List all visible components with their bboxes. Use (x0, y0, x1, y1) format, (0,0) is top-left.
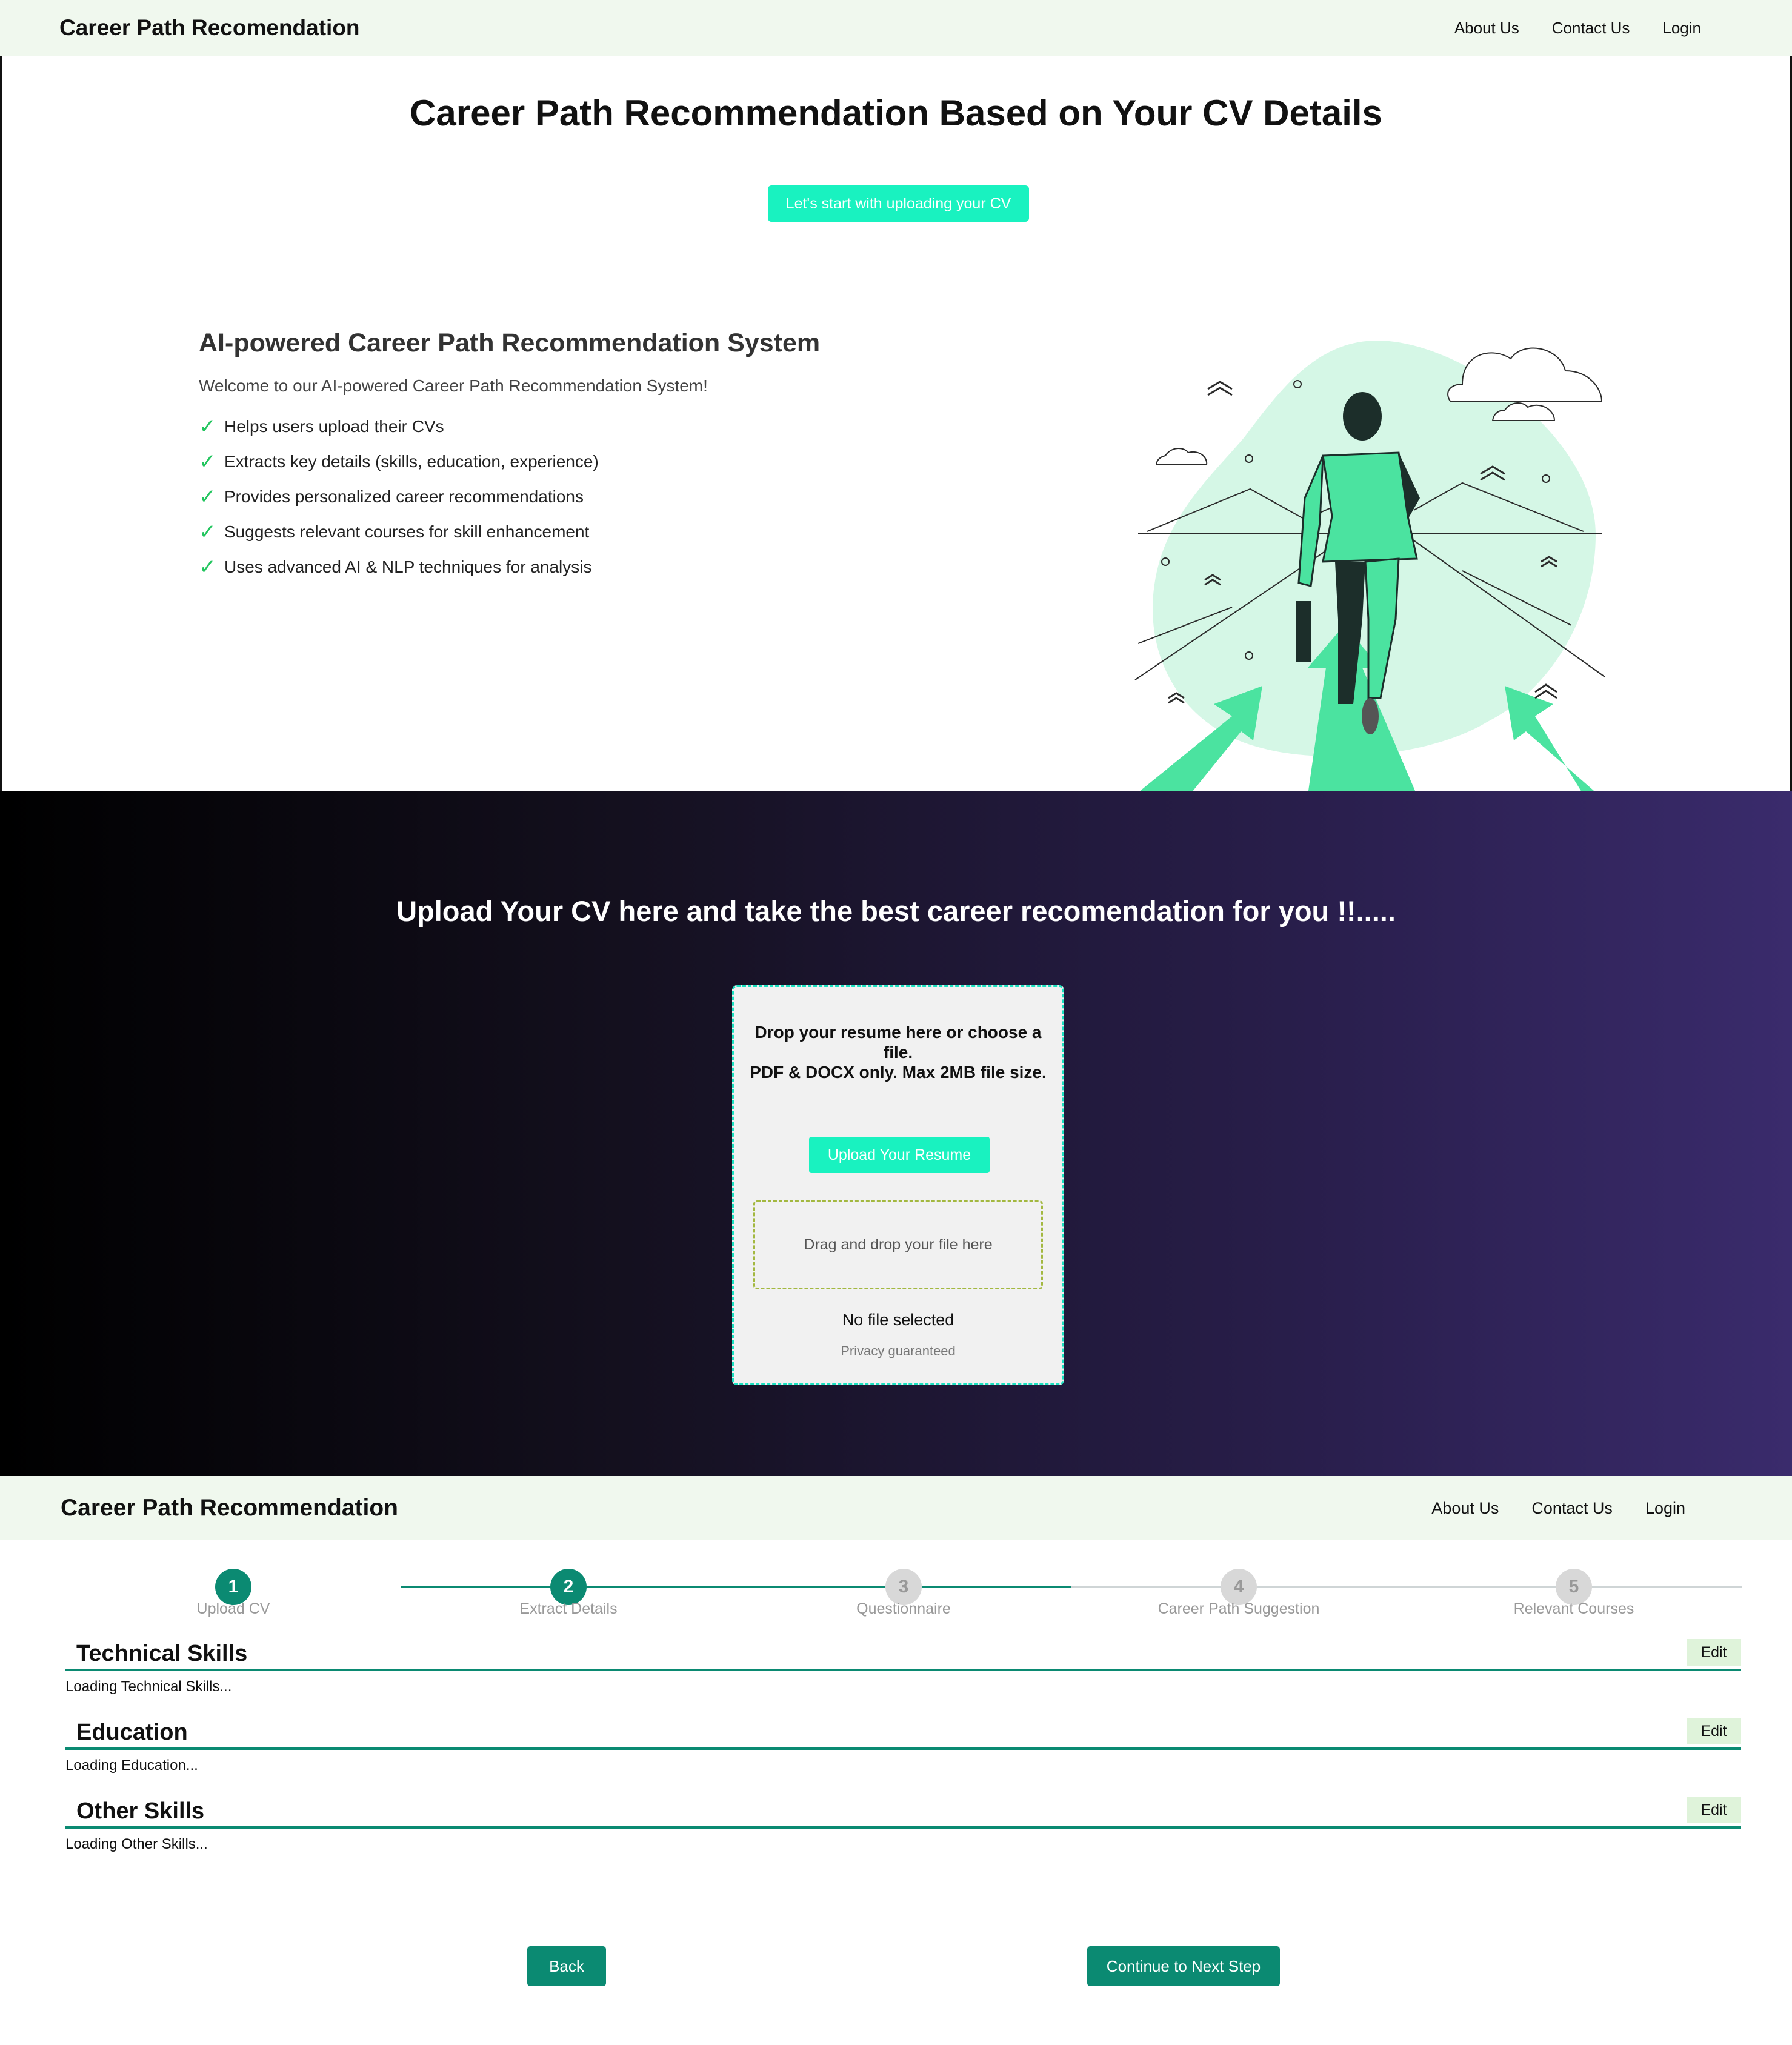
detail-header: Technical Skills Edit (65, 1638, 1741, 1671)
step-extract-details[interactable]: 2 Extract Details (478, 1569, 659, 1618)
privacy-note: Privacy guaranteed (841, 1343, 956, 1358)
upload-heading: Upload Your CV here and take the best ca… (396, 895, 1396, 927)
secondary-navbar: Career Path Recommendation About Us Cont… (0, 1476, 1792, 1540)
edit-education-button[interactable]: Edit (1687, 1718, 1741, 1744)
section-title: Technical Skills (76, 1640, 248, 1666)
continue-next-step-button[interactable]: Continue to Next Step (1087, 1946, 1280, 1986)
step-label: Relevant Courses (1513, 1600, 1634, 1617)
feature-text: Extracts key details (skills, education,… (224, 452, 599, 471)
check-icon: ✓ (199, 485, 216, 508)
detail-header: Education Edit (65, 1717, 1741, 1750)
nav-about-us[interactable]: About Us (1454, 19, 1519, 38)
section-content: Loading Other Skills... (65, 1836, 208, 1852)
upload-constraints-line: PDF & DOCX only. Max 2MB file size. (750, 1063, 1047, 1082)
feature-item: ✓ Provides personalized career recommenda… (199, 479, 926, 514)
person-shoe (1362, 698, 1379, 734)
technical-skills-block: Technical Skills Edit Loading Technical … (65, 1638, 1741, 1695)
back-button[interactable]: Back (527, 1946, 606, 1986)
start-upload-button[interactable]: Let's start with uploading your CV (768, 185, 1029, 222)
step-number: 2 (550, 1569, 587, 1605)
check-icon: ✓ (199, 520, 216, 544)
hero-section: Career Path Recommendation Based on Your… (0, 56, 1792, 795)
section-content: Loading Technical Skills... (65, 1678, 232, 1695)
other-skills-block: Other Skills Edit Loading Other Skills..… (65, 1796, 1741, 1853)
feature-item: ✓ Uses advanced AI & NLP techniques for a… (199, 550, 926, 585)
detail-header: Other Skills Edit (65, 1796, 1741, 1829)
step-label: Career Path Suggestion (1157, 1600, 1320, 1617)
top-navbar: Career Path Recomendation About Us Conta… (0, 0, 1792, 56)
nav-contact-us[interactable]: Contact Us (1531, 1499, 1613, 1518)
career-path-illustration (1134, 341, 1605, 795)
nav-links: About Us Contact Us Login (1454, 19, 1701, 38)
feature-item: ✓ Suggests relevant courses for skill enh… (199, 514, 926, 550)
step-career-path-suggestion[interactable]: 4 Career Path Suggestion (1148, 1569, 1330, 1618)
nav-links: About Us Contact Us Login (1431, 1499, 1685, 1518)
step-questionnaire[interactable]: 3 Questionnaire (813, 1569, 994, 1618)
intro-panel: AI-powered Career Path Recommendation Sy… (199, 328, 926, 585)
intro-welcome: Welcome to our AI-powered Career Path Re… (199, 376, 708, 395)
hero-title: Career Path Recommendation Based on Your… (410, 93, 1382, 133)
check-icon: ✓ (199, 450, 216, 473)
chevron-up-icon (1534, 683, 1557, 699)
upload-instruction-line: Drop your resume here or choose a file. (754, 1023, 1042, 1062)
nav-login[interactable]: Login (1645, 1499, 1685, 1518)
file-dropzone[interactable]: Drag and drop your file here (753, 1200, 1043, 1289)
briefcase (1296, 601, 1311, 662)
brand-title[interactable]: Career Path Recomendation (59, 15, 360, 41)
check-icon: ✓ (199, 556, 216, 579)
feature-text: Helps users upload their CVs (224, 417, 444, 436)
check-icon: ✓ (199, 415, 216, 438)
feature-list: ✓ Helps users upload their CVs ✓ Extracts … (199, 409, 926, 585)
step-number: 5 (1556, 1569, 1592, 1605)
section-title: Other Skills (76, 1798, 205, 1824)
step-label: Questionnaire (856, 1600, 951, 1617)
feature-text: Uses advanced AI & NLP techniques for an… (224, 557, 592, 576)
step-upload-cv[interactable]: 1 Upload CV (142, 1569, 324, 1618)
upload-card: Drop your resume here or choose a file. … (732, 985, 1064, 1385)
nav-about-us[interactable]: About Us (1431, 1499, 1499, 1518)
step-relevant-courses[interactable]: 5 Relevant Courses (1483, 1569, 1665, 1618)
arrow-shape (1505, 686, 1599, 795)
feature-item: ✓ Helps users upload their CVs (199, 409, 926, 444)
edit-other-skills-button[interactable]: Edit (1687, 1797, 1741, 1823)
step-number: 4 (1221, 1569, 1257, 1605)
step-label: Extract Details (519, 1600, 618, 1617)
nav-contact-us[interactable]: Contact Us (1552, 19, 1630, 38)
cloud-shape (1155, 448, 1208, 465)
section-title: Education (76, 1719, 188, 1745)
intro-title: AI-powered Career Path Recommendation Sy… (199, 328, 821, 357)
file-status: No file selected (842, 1311, 954, 1329)
brand-title[interactable]: Career Path Recommendation (61, 1495, 398, 1521)
step-number: 1 (215, 1569, 251, 1605)
feature-text: Suggests relevant courses for skill enha… (224, 522, 590, 541)
cloud-shape (1447, 347, 1603, 402)
step-number: 3 (885, 1569, 922, 1605)
step-label: Upload CV (196, 1600, 270, 1617)
extract-details-section: 1 Upload CV 2 Extract Details 3 Question… (0, 1540, 1792, 2045)
upload-section: Upload Your CV here and take the best ca… (0, 791, 1792, 1476)
section-content: Loading Education... (65, 1757, 198, 1774)
education-block: Education Edit Loading Education... (65, 1717, 1741, 1774)
person-head (1343, 392, 1382, 441)
nav-login[interactable]: Login (1662, 19, 1701, 38)
edit-technical-skills-button[interactable]: Edit (1687, 1639, 1741, 1666)
feature-item: ✓ Extracts key details (skills, education… (199, 444, 926, 479)
chevron-up-icon (1207, 381, 1233, 396)
upload-instructions: Drop your resume here or choose a file. … (746, 1022, 1050, 1082)
upload-resume-button[interactable]: Upload Your Resume (809, 1137, 990, 1173)
feature-text: Provides personalized career recommendat… (224, 487, 584, 506)
